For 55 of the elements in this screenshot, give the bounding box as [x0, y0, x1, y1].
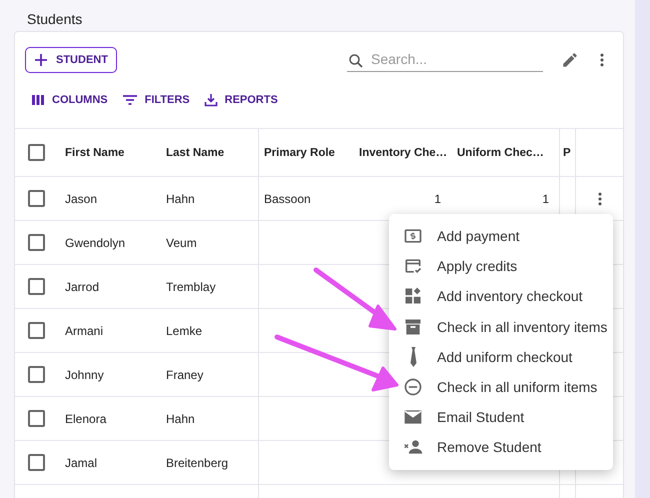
menu-item[interactable]: Add uniform checkout: [389, 342, 613, 372]
row-checkbox[interactable]: [28, 410, 45, 427]
table-cell: Jarrod: [65, 280, 100, 294]
search-icon: [347, 52, 365, 70]
column-header[interactable]: Inventory Che…: [359, 146, 448, 158]
columns-icon: [31, 94, 45, 106]
table-cell: Johnny: [65, 368, 104, 382]
menu-item[interactable]: Add inventory checkout: [389, 281, 613, 312]
table-cell: Elenora: [65, 412, 106, 426]
table-cell: Hahn: [166, 192, 195, 206]
column-header[interactable]: First Name: [65, 146, 124, 158]
menu-item[interactable]: Apply credits: [389, 251, 613, 282]
menu-item[interactable]: Email Student: [389, 402, 613, 432]
table-cell: Lemke: [166, 324, 202, 338]
column-header[interactable]: Uniform Chec…: [457, 146, 544, 158]
row-checkbox[interactable]: [28, 454, 45, 471]
toolbar-action[interactable]: COLUMNS: [31, 90, 108, 110]
pencil-icon[interactable]: [561, 51, 579, 69]
tie-icon: [410, 346, 416, 367]
table-cell: Breitenberg: [166, 456, 228, 470]
row-checkbox[interactable]: [28, 234, 45, 251]
page-title: Students: [26, 10, 84, 29]
table-cell: Gwendolyn: [65, 236, 126, 250]
row-checkbox[interactable]: [28, 366, 45, 383]
toolbar-action[interactable]: REPORTS: [204, 90, 278, 110]
menu-item[interactable]: Check in all inventory items: [389, 312, 613, 342]
row-checkbox[interactable]: [28, 322, 45, 339]
widgets-icon: [403, 286, 423, 306]
table-cell: Jason: [65, 192, 98, 206]
minus-circle-icon: [403, 377, 423, 398]
column-header[interactable]: Last Name: [166, 146, 224, 158]
search-field[interactable]: Search...: [347, 48, 543, 72]
filter-icon: [122, 94, 138, 106]
table-cell: Veum: [166, 236, 197, 250]
table-cell: Tremblay: [166, 280, 216, 294]
menu-item[interactable]: Add payment: [389, 221, 613, 252]
toolbar-action[interactable]: FILTERS: [122, 90, 190, 110]
select-all-checkbox[interactable]: [28, 144, 45, 161]
row-checkbox[interactable]: [28, 278, 45, 295]
table-cell: Hahn: [166, 412, 195, 426]
table-cell: Armani: [65, 324, 104, 338]
archive-box-icon: [403, 316, 423, 337]
menu-item[interactable]: Check in all uniform items: [389, 372, 613, 402]
column-header[interactable]: Primary Role: [264, 146, 335, 158]
table-cell: 1: [434, 192, 441, 206]
column-header[interactable]: P: [563, 146, 571, 158]
table-cell: Franey: [166, 368, 204, 382]
add-student-button[interactable]: STUDENT: [25, 47, 117, 73]
table-cell: 1: [542, 192, 549, 206]
table-cell: Jamal: [65, 456, 98, 470]
download-icon: [204, 93, 218, 107]
plus-icon: [34, 53, 48, 67]
menu-item[interactable]: Remove Student: [389, 432, 613, 462]
row-checkbox[interactable]: [28, 190, 45, 207]
table-cell: Bassoon: [264, 192, 311, 206]
